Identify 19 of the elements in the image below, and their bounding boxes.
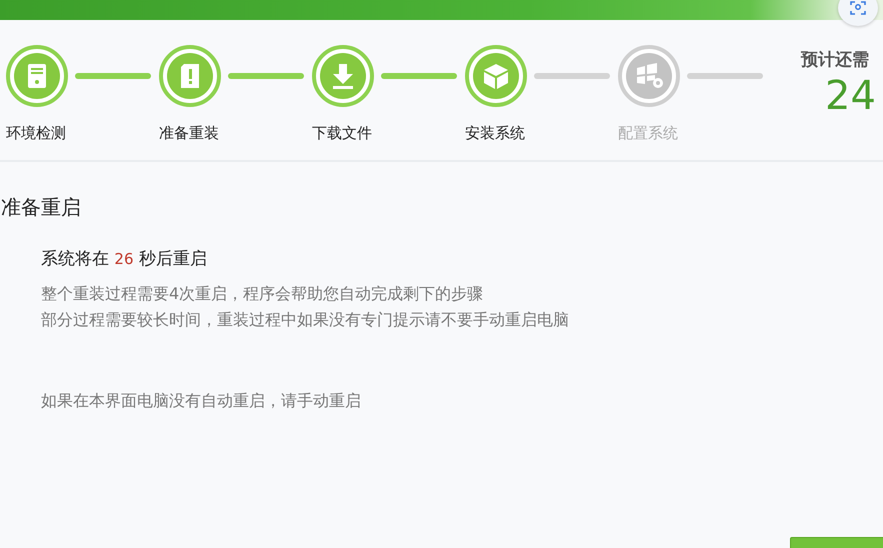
alert-document-icon [179, 63, 201, 89]
step-label: 准备重装 [159, 124, 220, 143]
countdown-text: 系统将在 26 秒后重启 [41, 248, 208, 270]
computer-tower-icon [27, 63, 47, 89]
remaining-value: 24 [825, 73, 876, 119]
open-box-icon [481, 62, 511, 90]
remaining-label: 预计还需 [801, 49, 870, 71]
step-label: 下载文件 [312, 124, 373, 143]
scan-icon [850, 1, 866, 15]
section-title: 准备重启 [1, 194, 82, 221]
download-icon [331, 63, 355, 89]
window-gear-icon [634, 62, 664, 90]
scan-button[interactable] [838, 0, 878, 26]
step-label: 环境检测 [6, 124, 67, 143]
step-label: 配置系统 [618, 124, 679, 143]
manual-restart-text: 如果在本界面电脑没有自动重启，请手动重启 [41, 391, 362, 412]
info-text: 部分过程需要较长时间，重装过程中如果没有专门提示请不要手动重启电脑 [41, 309, 570, 331]
info-text: 整个重装过程需要4次重启，程序会帮助您自动完成剩下的步骤 [41, 283, 484, 305]
step-label: 安装系统 [465, 124, 526, 143]
